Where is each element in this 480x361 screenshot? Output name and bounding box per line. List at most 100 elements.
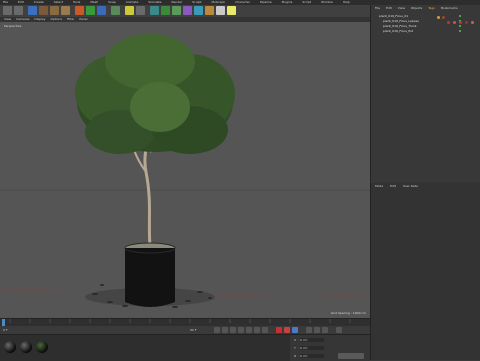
array-icon[interactable] xyxy=(183,6,192,15)
om-menu-edit[interactable]: Edit xyxy=(386,6,392,10)
undo-icon[interactable] xyxy=(3,6,12,15)
menu-script[interactable]: Script xyxy=(302,0,311,4)
position-key-icon[interactable] xyxy=(306,327,312,333)
menu-mograph[interactable]: MoGraph xyxy=(212,0,226,4)
next-key-icon[interactable] xyxy=(254,327,260,333)
material-tag-icon[interactable] xyxy=(465,21,468,24)
playback-controls: 0 F 90 F xyxy=(0,326,370,334)
menu-file[interactable]: File xyxy=(3,0,8,4)
menu-sculpt[interactable]: Sculpt xyxy=(192,0,201,4)
floor-icon[interactable] xyxy=(205,6,214,15)
toolbar xyxy=(0,5,370,17)
coord-value-z[interactable]: 0 cm xyxy=(300,354,324,358)
menu-snap[interactable]: Snap xyxy=(108,0,116,4)
keyframe-selection-icon[interactable] xyxy=(292,327,298,333)
pen-icon[interactable] xyxy=(161,6,170,15)
material-tag-icon[interactable] xyxy=(447,21,450,24)
am-menu-mode[interactable]: Mode xyxy=(375,184,383,188)
rotate-icon[interactable] xyxy=(61,6,70,15)
go-to-end-icon[interactable] xyxy=(262,327,268,333)
coord-label-y: Y xyxy=(294,346,296,350)
menu-tools[interactable]: Tools xyxy=(73,0,80,4)
camera-icon[interactable] xyxy=(216,6,225,15)
menu-simulate[interactable]: Simulate xyxy=(148,0,161,4)
z-axis-icon[interactable] xyxy=(97,6,106,15)
plant-pot xyxy=(125,248,175,307)
move-icon[interactable] xyxy=(39,6,48,15)
menu-mesh[interactable]: Mesh xyxy=(90,0,98,4)
material-tag-icon[interactable] xyxy=(459,21,462,24)
scene-render xyxy=(0,34,370,308)
attribute-manager: Mode Edit User Data xyxy=(370,182,480,360)
om-menu-objects[interactable]: Objects xyxy=(411,6,422,10)
material-swatch[interactable] xyxy=(4,341,16,353)
object-name: plant_019_Ficus_Leaves xyxy=(383,19,419,23)
om-menu-file[interactable]: File xyxy=(375,6,380,10)
object-name: plant_019_Ficus_Trunk xyxy=(383,24,417,28)
rotation-key-icon[interactable] xyxy=(322,327,328,333)
scale-icon[interactable] xyxy=(50,6,59,15)
x-axis-icon[interactable] xyxy=(75,6,84,15)
deformer-icon[interactable] xyxy=(194,6,203,15)
menu-window[interactable]: Window xyxy=(321,0,333,4)
live-selection-icon[interactable] xyxy=(28,6,37,15)
coord-label-z: Z xyxy=(294,354,297,358)
om-menu-view[interactable]: View xyxy=(398,6,405,10)
3d-viewport[interactable]: Perspective Grid Spacing : 1000 cm xyxy=(0,22,370,318)
menu-render[interactable]: Render xyxy=(172,0,183,4)
menu-animate[interactable]: Animate xyxy=(126,0,139,4)
current-frame[interactable]: 0 F xyxy=(3,328,8,332)
timeline-icon[interactable] xyxy=(336,327,342,333)
coord-value-y[interactable]: 0 cm xyxy=(300,346,324,350)
subdivision-icon[interactable] xyxy=(172,6,181,15)
record-icon[interactable] xyxy=(276,327,282,333)
material-tag-icon[interactable] xyxy=(471,21,474,24)
previous-key-icon[interactable] xyxy=(222,327,228,333)
viewport-menu-options[interactable]: Options xyxy=(50,17,62,21)
tree-canopy xyxy=(75,34,235,154)
material-tag-icon[interactable] xyxy=(453,21,456,24)
om-menu-tags[interactable]: Tags xyxy=(428,6,435,10)
viewport-menu-filter[interactable]: Filter xyxy=(67,17,74,21)
scale-key-icon[interactable] xyxy=(314,327,320,333)
material-swatch[interactable] xyxy=(36,341,48,353)
render-settings-icon[interactable] xyxy=(136,6,145,15)
menu-create[interactable]: Create xyxy=(34,0,44,4)
viewport-menu-view[interactable]: View xyxy=(4,17,11,21)
am-menu-edit[interactable]: Edit xyxy=(390,184,396,188)
material-tag-icon[interactable] xyxy=(437,16,440,19)
coord-label-x: X xyxy=(294,338,297,342)
next-frame-icon[interactable] xyxy=(246,327,252,333)
object-manager: File Edit View Objects Tags Bookmarks pl… xyxy=(370,5,480,181)
cube-icon[interactable] xyxy=(150,6,159,15)
apply-button[interactable] xyxy=(338,353,364,359)
object-name: plant_019_Ficus_01 xyxy=(379,14,409,18)
om-menu-bookmarks[interactable]: Bookmarks xyxy=(441,6,458,10)
am-menu-user-data[interactable]: User Data xyxy=(403,184,418,188)
object-manager-menu: File Edit View Objects Tags Bookmarks xyxy=(375,6,479,11)
object-name: plant_019_Ficus_Pot xyxy=(383,29,414,33)
menu-help[interactable]: Help xyxy=(343,0,350,4)
menu-pipeline[interactable]: Pipeline xyxy=(260,0,272,4)
material-swatch[interactable] xyxy=(20,341,32,353)
play-icon[interactable] xyxy=(238,327,244,333)
light-icon[interactable] xyxy=(227,6,236,15)
menu-edit[interactable]: Edit xyxy=(18,0,24,4)
viewport-menu-panel[interactable]: Panel xyxy=(79,17,87,21)
material-manager xyxy=(0,334,290,361)
y-axis-icon[interactable] xyxy=(86,6,95,15)
menu-character[interactable]: Character xyxy=(235,0,250,4)
world-coordinates-icon[interactable] xyxy=(111,6,120,15)
end-frame[interactable]: 90 F xyxy=(190,328,197,332)
render-view-icon[interactable] xyxy=(125,6,134,15)
menu-select[interactable]: Select xyxy=(54,0,63,4)
coord-value-x[interactable]: 0 cm xyxy=(300,338,324,342)
redo-icon[interactable] xyxy=(14,6,23,15)
previous-frame-icon[interactable] xyxy=(230,327,236,333)
viewport-menu-cameras[interactable]: Cameras xyxy=(16,17,29,21)
menu-plugins[interactable]: Plugins xyxy=(282,0,293,4)
go-to-start-icon[interactable] xyxy=(214,327,220,333)
autokey-icon[interactable] xyxy=(284,327,290,333)
viewport-menu-display[interactable]: Display xyxy=(34,17,45,21)
material-tag-icon[interactable] xyxy=(442,16,445,19)
